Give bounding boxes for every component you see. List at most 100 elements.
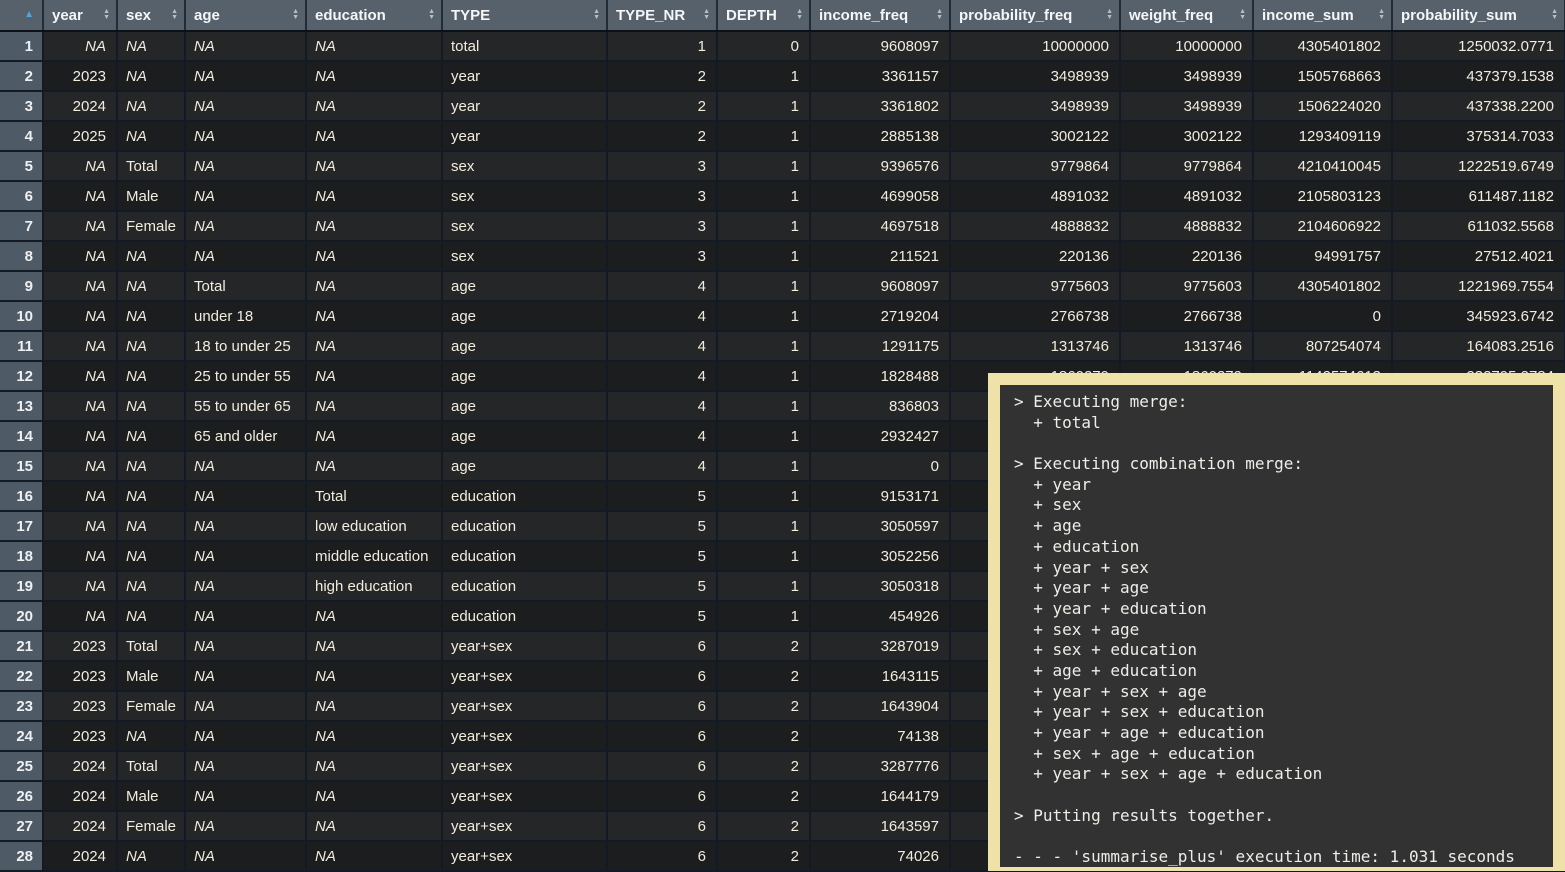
- column-header-year[interactable]: year▲▼: [43, 0, 117, 31]
- row-number: 19: [0, 571, 43, 601]
- cell-education: NA: [306, 721, 442, 751]
- column-header-sex[interactable]: sex▲▼: [117, 0, 185, 31]
- column-header-TYPE[interactable]: TYPE▲▼: [442, 0, 607, 31]
- console-line: + sex + age + education: [1014, 744, 1553, 765]
- cell-education: NA: [306, 301, 442, 331]
- console-line: + year + age + education: [1014, 723, 1553, 744]
- table-row: 10NANAunder 18NAage412719204276673827667…: [0, 301, 1565, 331]
- console-line: > Executing combination merge:: [1014, 454, 1553, 475]
- cell-sex: NA: [117, 241, 185, 271]
- cell-probability_sum: 611032.5568: [1392, 211, 1565, 241]
- row-number: 5: [0, 151, 43, 181]
- sort-down-arrow: ▼: [936, 15, 943, 21]
- cell-year: NA: [43, 241, 117, 271]
- cell-age: 25 to under 55: [185, 361, 306, 391]
- cell-age: NA: [185, 811, 306, 841]
- column-label: weight_freq: [1129, 7, 1213, 24]
- cell-TYPE_NR: 2: [607, 121, 717, 151]
- cell-income_sum: 2105803123: [1253, 181, 1392, 211]
- cell-income_freq: 454926: [810, 601, 950, 631]
- cell-income_sum: 94991757: [1253, 241, 1392, 271]
- cell-TYPE: education: [442, 541, 607, 571]
- table-row: 22023NANANAyear2133611573498939349893915…: [0, 61, 1565, 91]
- cell-education: NA: [306, 241, 442, 271]
- cell-TYPE: education: [442, 511, 607, 541]
- row-number: 8: [0, 241, 43, 271]
- cell-age: 18 to under 25: [185, 331, 306, 361]
- cell-sex: NA: [117, 481, 185, 511]
- console-line: > Putting results together.: [1014, 806, 1553, 827]
- cell-year: NA: [43, 571, 117, 601]
- cell-education: NA: [306, 781, 442, 811]
- sort-toggle-icon: ▲▼: [171, 9, 178, 21]
- row-number: 13: [0, 391, 43, 421]
- row-number: 16: [0, 481, 43, 511]
- cell-probability_sum: 164083.2516: [1392, 331, 1565, 361]
- cell-TYPE_NR: 6: [607, 811, 717, 841]
- table-row: 11NANA18 to under 25NAage411291175131374…: [0, 331, 1565, 361]
- column-header-probability_sum[interactable]: probability_sum▲▼: [1392, 0, 1565, 31]
- cell-sex: NA: [117, 271, 185, 301]
- cell-sex: Total: [117, 751, 185, 781]
- column-header-probability_freq[interactable]: probability_freq▲▼: [950, 0, 1120, 31]
- cell-income_freq: 9608097: [810, 31, 950, 61]
- column-header-weight_freq[interactable]: weight_freq▲▼: [1120, 0, 1253, 31]
- cell-sex: NA: [117, 331, 185, 361]
- cell-probability_sum: 1250032.0771: [1392, 31, 1565, 61]
- cell-probability_freq: 4891032: [950, 181, 1120, 211]
- cell-DEPTH: 1: [717, 601, 810, 631]
- cell-TYPE: age: [442, 421, 607, 451]
- cell-age: NA: [185, 181, 306, 211]
- cell-year: 2024: [43, 811, 117, 841]
- cell-probability_freq: 220136: [950, 241, 1120, 271]
- cell-year: NA: [43, 211, 117, 241]
- cell-income_freq: 3287776: [810, 751, 950, 781]
- cell-weight_freq: 9779864: [1120, 151, 1253, 181]
- sort-toggle-icon: ▲▼: [703, 9, 710, 21]
- console-line: + year + sex + education: [1014, 702, 1553, 723]
- cell-TYPE: age: [442, 271, 607, 301]
- column-label: TYPE_NR: [616, 7, 685, 24]
- cell-education: NA: [306, 841, 442, 871]
- cell-TYPE_NR: 4: [607, 301, 717, 331]
- column-header-income_freq[interactable]: income_freq▲▼: [810, 0, 950, 31]
- console-line: - - - 'summarise_plus' execution time: 1…: [1014, 847, 1553, 867]
- cell-DEPTH: 1: [717, 271, 810, 301]
- column-header-DEPTH[interactable]: DEPTH▲▼: [717, 0, 810, 31]
- cell-income_sum: 4305401802: [1253, 271, 1392, 301]
- cell-probability_sum: 611487.1182: [1392, 181, 1565, 211]
- cell-year: NA: [43, 511, 117, 541]
- cell-education: NA: [306, 271, 442, 301]
- cell-age: Total: [185, 271, 306, 301]
- cell-TYPE: year: [442, 61, 607, 91]
- cell-TYPE_NR: 6: [607, 661, 717, 691]
- cell-age: NA: [185, 691, 306, 721]
- column-label: income_sum: [1262, 7, 1354, 24]
- cell-DEPTH: 1: [717, 451, 810, 481]
- cell-age: NA: [185, 121, 306, 151]
- cell-probability_freq: 1313746: [950, 331, 1120, 361]
- cell-probability_freq: 3498939: [950, 61, 1120, 91]
- column-header-education[interactable]: education▲▼: [306, 0, 442, 31]
- console-line: + year + age: [1014, 578, 1553, 599]
- cell-year: NA: [43, 601, 117, 631]
- cell-DEPTH: 2: [717, 751, 810, 781]
- column-header-income_sum[interactable]: income_sum▲▼: [1253, 0, 1392, 31]
- cell-year: NA: [43, 481, 117, 511]
- column-header-TYPE_NR[interactable]: TYPE_NR ▲▼: [607, 0, 717, 31]
- cell-TYPE_NR: 6: [607, 841, 717, 871]
- cell-sex: NA: [117, 121, 185, 151]
- cell-age: NA: [185, 31, 306, 61]
- cell-age: NA: [185, 211, 306, 241]
- sort-down-arrow: ▼: [1551, 15, 1558, 21]
- column-header-age[interactable]: age▲▼: [185, 0, 306, 31]
- row-number-column-header[interactable]: ▲: [0, 0, 43, 31]
- cell-sex: Male: [117, 781, 185, 811]
- cell-year: 2023: [43, 631, 117, 661]
- cell-year: NA: [43, 361, 117, 391]
- cell-education: middle education: [306, 541, 442, 571]
- table-row: 5NATotalNANAsex3193965769779864977986442…: [0, 151, 1565, 181]
- cell-DEPTH: 1: [717, 511, 810, 541]
- cell-DEPTH: 1: [717, 211, 810, 241]
- row-number: 21: [0, 631, 43, 661]
